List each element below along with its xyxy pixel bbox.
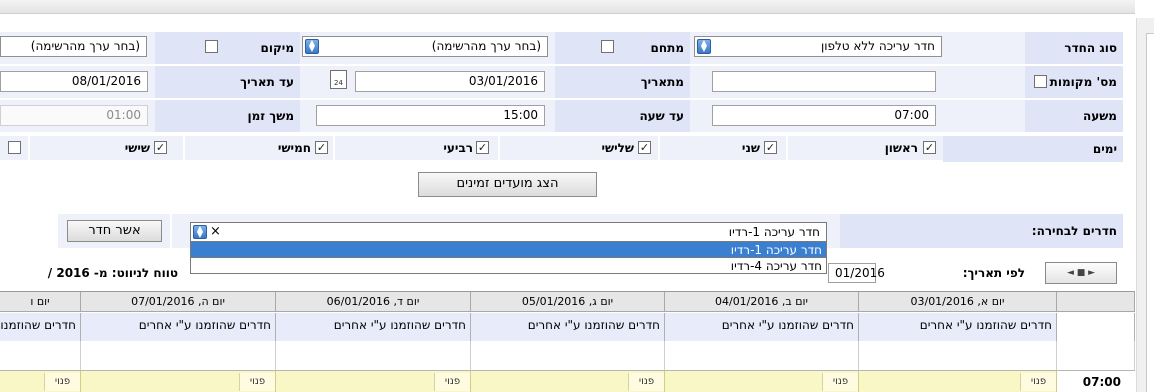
grid-corner	[1057, 292, 1135, 312]
to-hour-input[interactable]: 15:00	[316, 105, 545, 126]
complex-select[interactable]: ▲ ▼ (בחר ערך מהרשימה)	[302, 36, 548, 57]
complex-cell: ▲ ▼ (בחר ערך מהרשימה)	[300, 32, 555, 64]
time-slot[interactable]: פנוי	[81, 370, 276, 392]
day-monday[interactable]: ✓ שני	[660, 136, 786, 160]
schedule-grid: יום א, 03/01/2016 יום ב, 04/01/2016 יום …	[0, 291, 1135, 392]
column-header: יום ב, 04/01/2016	[665, 292, 859, 312]
days-label-cell: ימים	[943, 136, 1123, 162]
seats-label: מס' מקומות	[1049, 75, 1117, 89]
clear-icon[interactable]: ×	[210, 223, 221, 241]
time-slot[interactable]: פנוי	[665, 370, 859, 392]
dropdown-option[interactable]: חדר עריכה 4-רדיו	[190, 258, 827, 274]
slot-status: פנוי	[239, 373, 275, 391]
pager-buttons[interactable]: ◄ ■ ►	[1045, 262, 1117, 284]
to-date-cell: 08/01/2016	[0, 66, 155, 98]
by-date-input[interactable]: 01/2016	[828, 263, 885, 283]
day-wednesday-checkbox[interactable]: ✓	[476, 141, 489, 154]
duration-input[interactable]: 01:00	[0, 105, 148, 126]
grid-note: חדרים שהוזמנו ע"י אחרים	[665, 313, 859, 341]
slot-status: פנוי	[434, 373, 470, 391]
top-toolbar	[0, 0, 1135, 14]
seats-cell	[690, 66, 1025, 98]
time-slot[interactable]: פנוי	[471, 370, 665, 392]
grid-note: חדרים שהוזמנו ע"י אחרים	[859, 313, 1057, 341]
column-header: יום ו	[0, 292, 81, 312]
column-header: יום ה, 07/01/2016	[81, 292, 276, 312]
from-hour-label: משעה	[1025, 100, 1123, 132]
complex-label: מתחם	[650, 41, 684, 55]
location-checkbox[interactable]	[205, 40, 218, 53]
show-slots-button[interactable]: הצג מועדים זמינים	[418, 172, 597, 197]
room-type-label: סוג החדר	[1025, 32, 1123, 64]
grid-note: חדרים שהוזמנו	[0, 313, 81, 341]
from-date-label: מתאריך	[555, 66, 690, 98]
duration-cell: 01:00	[0, 100, 155, 132]
grid-note: חדרים שהוזמנו ע"י אחרים	[471, 313, 665, 341]
column-header: יום ג, 05/01/2016	[471, 292, 665, 312]
select-arrow-icon: ▲ ▼	[305, 39, 319, 54]
day-monday-checkbox[interactable]: ✓	[764, 141, 777, 154]
slot-status: פנוי	[628, 373, 664, 391]
from-date-cell: 24 03/01/2016	[300, 66, 555, 98]
complex-checkbox[interactable]	[601, 40, 614, 53]
day-thursday-checkbox[interactable]: ✓	[315, 141, 328, 154]
day-tuesday-checkbox[interactable]: ✓	[638, 141, 651, 154]
slot-status: פנוי	[44, 373, 80, 391]
rooms-input-text: חדר עריכה 1-רדיו	[728, 225, 820, 239]
side-panel	[1146, 33, 1154, 392]
select-arrow-icon: ▲ ▼	[193, 225, 207, 239]
day-friday-checkbox[interactable]: ✓	[154, 141, 167, 154]
from-hour-input[interactable]: 07:00	[712, 105, 936, 126]
location-row: מיקום	[155, 32, 300, 64]
day-wednesday[interactable]: ✓ רביעי	[335, 136, 498, 160]
time-slot[interactable]: פנוי	[859, 370, 1057, 392]
from-hour-cell: 07:00	[690, 100, 1025, 132]
to-date-label: עד תאריך	[155, 66, 300, 98]
location-label: מיקום	[260, 41, 294, 55]
slot-status: פנוי	[1020, 373, 1056, 391]
time-slot[interactable]: פנוי	[0, 370, 81, 392]
day-saturday-checkbox[interactable]	[8, 141, 21, 154]
room-type-cell: ▲ ▼ חדר עריכה ללא טלפון	[690, 32, 1025, 64]
seats-input[interactable]	[712, 71, 936, 92]
time-label: 07:00	[1057, 370, 1135, 392]
slot-status: פנוי	[822, 373, 858, 391]
column-header: יום ד, 06/01/2016	[276, 292, 471, 312]
location-select[interactable]: (בחר ערך מהרשימה)	[0, 36, 147, 57]
column-header: יום א, 03/01/2016	[859, 292, 1057, 312]
days-label: ימים	[1092, 142, 1117, 156]
duration-label: משך זמן	[155, 100, 300, 132]
room-type-select[interactable]: ▲ ▼ חדר עריכה ללא טלפון	[694, 36, 942, 57]
day-thursday[interactable]: ✓ חמישי	[185, 136, 333, 160]
calendar-icon[interactable]: 24	[330, 70, 347, 89]
rooms-label: חדרים לבחירה:	[840, 214, 1123, 248]
rooms-dropdown: חדר עריכה 1-רדיו חדר עריכה 4-רדיו	[190, 242, 827, 274]
grid-corner-row	[1057, 313, 1135, 341]
location-cell: (בחר ערך מהרשימה)	[0, 32, 155, 64]
day-saturday[interactable]	[0, 136, 28, 160]
to-hour-label: עד שעה	[555, 100, 690, 132]
seats-checkbox[interactable]	[1034, 75, 1047, 88]
confirm-cell: אשר חדר	[58, 214, 170, 248]
select-arrow-icon: ▲ ▼	[697, 39, 711, 54]
from-date-input[interactable]: 03/01/2016	[355, 71, 545, 92]
grid-note: חדרים שהוזמנו ע"י אחרים	[81, 313, 276, 341]
rooms-combobox[interactable]: ▲ ▼ × חדר עריכה 1-רדיו	[190, 222, 827, 242]
grid-note: חדרים שהוזמנו ע"י אחרים	[276, 313, 471, 341]
to-hour-cell: 15:00	[300, 100, 555, 132]
complex-row: מתחם	[555, 32, 690, 64]
day-tuesday[interactable]: ✓ שלישי	[500, 136, 658, 160]
by-date-label: לפי תאריך:	[962, 266, 1025, 280]
time-slot[interactable]: פנוי	[276, 370, 471, 392]
day-sunday[interactable]: ✓ ראשון	[788, 136, 943, 160]
confirm-room-button[interactable]: אשר חדר	[67, 220, 162, 242]
to-date-input[interactable]: 08/01/2016	[0, 71, 148, 92]
nav-range-label: טווח לניווט: מ- 2016 /	[47, 266, 178, 280]
day-sunday-checkbox[interactable]: ✓	[923, 141, 936, 154]
day-friday[interactable]: ✓ שישי	[30, 136, 183, 160]
dropdown-option[interactable]: חדר עריכה 1-רדיו	[190, 242, 827, 258]
